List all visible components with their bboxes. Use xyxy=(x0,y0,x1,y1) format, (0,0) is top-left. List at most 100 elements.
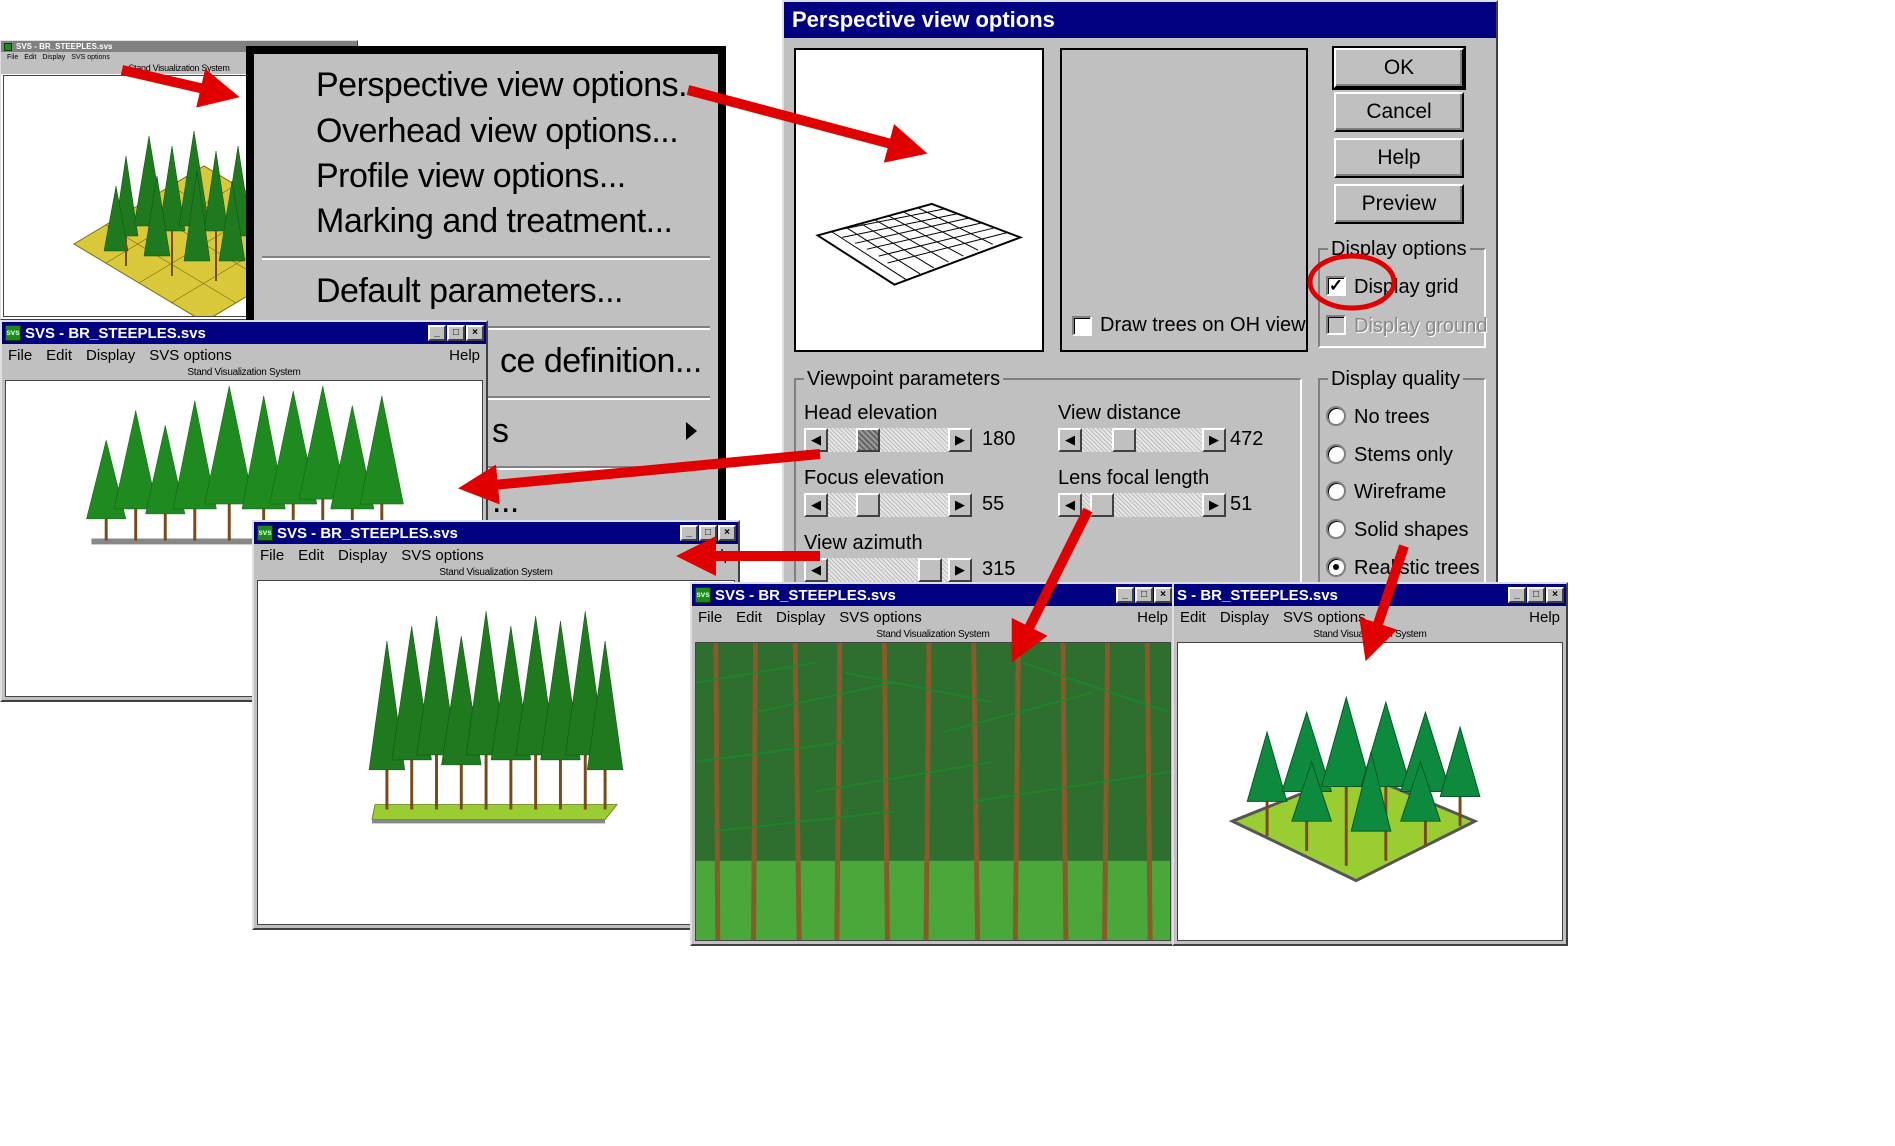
head-elevation-slider[interactable]: ◀ ▶ xyxy=(804,428,972,452)
help-button[interactable]: Help xyxy=(1334,138,1464,178)
close-icon[interactable]: × xyxy=(1546,587,1564,603)
ok-button[interactable]: OK xyxy=(1332,46,1466,90)
menu-help[interactable]: Help xyxy=(449,347,480,364)
window-titlebar[interactable]: svs SVS - BR_STEEPLES.svs _ □ × xyxy=(254,522,738,544)
radio-no-trees[interactable] xyxy=(1326,406,1346,426)
menu-file[interactable]: File xyxy=(260,547,284,564)
radio-wireframe[interactable] xyxy=(1326,481,1346,501)
right-arrow-icon[interactable]: ▶ xyxy=(948,493,972,517)
menu-item-perspective-view[interactable]: Perspective view options... xyxy=(316,66,706,105)
cancel-button[interactable]: Cancel xyxy=(1334,92,1464,132)
minimize-icon[interactable]: _ xyxy=(1508,587,1526,603)
menu-svs-options[interactable]: SVS options xyxy=(149,347,232,364)
view-azimuth-slider[interactable]: ◀ ▶ xyxy=(804,558,972,582)
svs-app-icon: svs xyxy=(257,525,273,541)
right-arrow-icon[interactable]: ▶ xyxy=(1202,428,1226,452)
menu-svs-options[interactable]: SVS options xyxy=(839,609,922,626)
menu-file[interactable]: File xyxy=(8,347,32,364)
dialog-titlebar[interactable]: Perspective view options xyxy=(784,2,1496,38)
window-titlebar[interactable]: svs SVS - BR_STEEPLES.svs _ □ × xyxy=(692,584,1174,606)
menu-item-profile-view[interactable]: Profile view options... xyxy=(316,157,626,196)
menu-help[interactable]: Help xyxy=(1529,609,1560,626)
left-arrow-icon[interactable]: ◀ xyxy=(1058,493,1082,517)
close-icon[interactable]: × xyxy=(718,525,736,541)
radio-solid-shapes-label: Solid shapes xyxy=(1354,519,1469,541)
menu-help[interactable]: Help xyxy=(701,547,732,564)
lens-focal-length-value: 51 xyxy=(1230,493,1253,515)
preview-button[interactable]: Preview xyxy=(1334,184,1464,224)
minimize-icon[interactable]: _ xyxy=(428,325,446,341)
window-title: SVS - BR_STEEPLES.svs xyxy=(277,524,458,542)
minimize-icon[interactable]: _ xyxy=(1116,587,1134,603)
svs-app-icon: svs xyxy=(5,325,21,341)
right-arrow-icon[interactable]: ▶ xyxy=(948,558,972,582)
svs-window-focus: svs SVS - BR_STEEPLES.svs _ □ × File Edit … xyxy=(252,520,740,930)
menu-item-species-definition[interactable]: ce definition... xyxy=(500,342,702,381)
menu-display[interactable]: Display xyxy=(338,547,387,564)
stand-canvas[interactable] xyxy=(257,580,735,925)
menu-file[interactable]: File xyxy=(7,54,18,61)
slider-thumb[interactable] xyxy=(1112,428,1136,452)
menu-display[interactable]: Display xyxy=(42,54,65,61)
slider-thumb[interactable] xyxy=(856,493,880,517)
menu-display[interactable]: Display xyxy=(1220,609,1269,626)
window-subtitle: Stand Visualization System xyxy=(1313,629,1427,640)
view-distance-slider[interactable]: ◀ ▶ xyxy=(1058,428,1226,452)
right-arrow-icon[interactable]: ▶ xyxy=(948,428,972,452)
menu-svs-options[interactable]: SVS options xyxy=(71,54,110,61)
window-subtitle: Stand Visualization System xyxy=(439,567,553,578)
menu-edit[interactable]: Edit xyxy=(46,347,72,364)
left-arrow-icon[interactable]: ◀ xyxy=(804,428,828,452)
lens-focal-length-label: Lens focal length xyxy=(1058,467,1210,489)
menu-edit[interactable]: Edit xyxy=(1180,609,1206,626)
focus-elevation-slider[interactable]: ◀ ▶ xyxy=(804,493,972,517)
maximize-icon[interactable]: □ xyxy=(699,525,717,541)
draw-trees-oh-label: Draw trees on OH view xyxy=(1100,314,1306,336)
menu-help[interactable]: Help xyxy=(1137,609,1168,626)
menu-edit[interactable]: Edit xyxy=(736,609,762,626)
window-titlebar[interactable]: S - BR_STEEPLES.svs _ □ × xyxy=(1174,584,1566,606)
radio-solid-shapes[interactable] xyxy=(1326,519,1346,539)
menu-display[interactable]: Display xyxy=(86,347,135,364)
menu-item-default-parameters[interactable]: Default parameters... xyxy=(316,272,623,311)
menu-edit[interactable]: Edit xyxy=(24,54,36,61)
menu-item-marking-treatment[interactable]: Marking and treatment... xyxy=(316,202,673,241)
stand-canvas[interactable] xyxy=(695,642,1171,941)
menu-item-overhead-view[interactable]: Overhead view options... xyxy=(316,112,679,151)
slider-thumb[interactable] xyxy=(918,558,942,582)
right-arrow-icon[interactable]: ▶ xyxy=(1202,493,1226,517)
grid-preview xyxy=(815,202,1024,286)
menu-svs-options[interactable]: SVS options xyxy=(1283,609,1366,626)
maximize-icon[interactable]: □ xyxy=(1135,587,1153,603)
view-distance-value: 472 xyxy=(1230,428,1264,450)
stand-solid-view xyxy=(1228,695,1481,883)
left-arrow-icon[interactable]: ◀ xyxy=(804,493,828,517)
window-titlebar[interactable]: svs SVS - BR_STEEPLES.svs _ □ × xyxy=(2,322,486,344)
minimize-icon[interactable]: _ xyxy=(680,525,698,541)
radio-realistic-trees[interactable] xyxy=(1326,557,1346,577)
left-arrow-icon[interactable]: ◀ xyxy=(804,558,828,582)
stand-canvas[interactable] xyxy=(1177,642,1563,941)
menu-svs-options[interactable]: SVS options xyxy=(401,547,484,564)
close-icon[interactable]: × xyxy=(466,325,484,341)
menu-display[interactable]: Display xyxy=(776,609,825,626)
menu-file[interactable]: File xyxy=(698,609,722,626)
radio-no-trees-label: No trees xyxy=(1354,406,1430,428)
menu-item-more[interactable]: ... xyxy=(492,482,519,521)
display-ground-checkbox[interactable] xyxy=(1326,315,1346,335)
draw-trees-oh-checkbox[interactable] xyxy=(1072,316,1092,336)
window-subtitle: Stand Visualization System xyxy=(876,629,990,640)
maximize-icon[interactable]: □ xyxy=(1527,587,1545,603)
menu-item-submenu[interactable]: s xyxy=(492,412,509,451)
radio-stems-only[interactable] xyxy=(1326,444,1346,464)
window-title: SVS - BR_STEEPLES.svs xyxy=(25,324,206,342)
lens-focal-length-slider[interactable]: ◀ ▶ xyxy=(1058,493,1226,517)
highlight-circle xyxy=(1307,253,1397,311)
menu-edit[interactable]: Edit xyxy=(298,547,324,564)
menubar: Edit Display SVS options Help xyxy=(1174,606,1566,628)
maximize-icon[interactable]: □ xyxy=(447,325,465,341)
slider-thumb[interactable] xyxy=(1090,493,1114,517)
close-icon[interactable]: × xyxy=(1154,587,1172,603)
slider-thumb[interactable] xyxy=(856,428,880,452)
left-arrow-icon[interactable]: ◀ xyxy=(1058,428,1082,452)
